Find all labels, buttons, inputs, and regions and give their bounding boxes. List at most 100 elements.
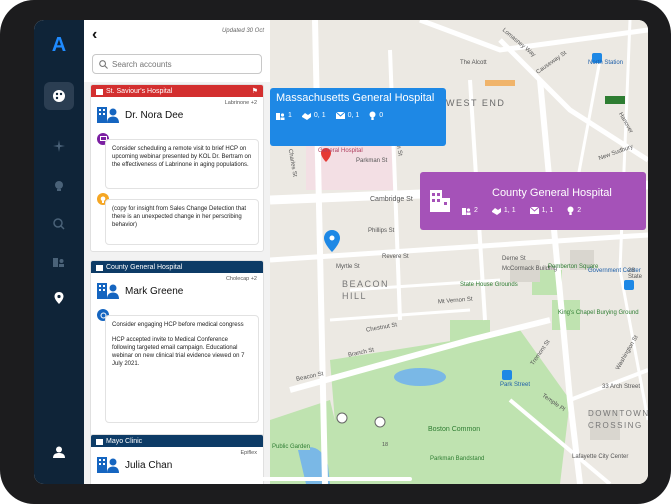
contacts-icon — [53, 258, 64, 267]
hcp-icon — [97, 457, 119, 473]
hospital-name: County General Hospital — [106, 263, 183, 271]
map-label-public-garden: Public Garden — [272, 444, 311, 450]
flag-icon[interactable]: ⚑ — [252, 87, 258, 95]
account-card[interactable]: County General Hospital Cholecap +2 Mark… — [90, 260, 264, 438]
map-label-cambridge-st: Cambridge St — [370, 196, 413, 203]
ideas-nav-button[interactable] — [44, 172, 74, 200]
updated-label: Updated 30 Oct — [221, 28, 264, 34]
lightbulb-icon — [55, 181, 63, 191]
map-label-route-number: 18 — [382, 442, 389, 448]
map-label-kings-chapel: King's Chapel Burying Ground — [558, 310, 639, 316]
emails-stat: 1, 1 — [529, 207, 553, 214]
hcp-count-stat: 1 — [276, 112, 292, 120]
handshake-icon — [301, 112, 311, 120]
contacts-nav-button[interactable] — [44, 248, 74, 276]
card-header: Mayo Clinic — [91, 435, 263, 447]
contacts-icon — [276, 112, 285, 120]
card-header: County General Hospital — [91, 261, 263, 273]
bubble-title: Massachusetts General Hospital — [276, 92, 435, 104]
hospital-bubble[interactable]: Massachusetts General Hospital 1 0, 1 0,… — [270, 88, 446, 146]
accounts-panel: ‹ Updated 30 Oct St. Saviour's Hospital … — [84, 20, 270, 484]
hospital-icon — [96, 88, 103, 95]
insight-note[interactable]: (copy for insight from Sales Change Dete… — [105, 199, 259, 245]
doctor-name: Mark Greene — [125, 285, 184, 297]
search-input[interactable] — [112, 59, 252, 69]
mail-icon — [335, 112, 345, 119]
doctor-name: Dr. Nora Dee — [125, 109, 184, 121]
map-label-state-house: State House Grounds — [460, 282, 518, 288]
map-pin-icon — [54, 292, 64, 304]
map-label-north-station: North Station — [588, 60, 624, 66]
map-label-phillips-st: Phillips St — [368, 228, 395, 234]
product-tag: Epiflex — [240, 450, 257, 456]
map-label-parkman: Parkman Bandstand — [430, 456, 485, 462]
doctor-row: Julia Chan — [97, 457, 172, 473]
insight-title: Consider engaging HCP before medical con… — [112, 322, 244, 328]
profile-nav-button[interactable] — [44, 438, 74, 466]
hcp-icon — [97, 283, 119, 299]
account-card[interactable]: St. Saviour's Hospital ⚑ Labrinone +2 Dr… — [90, 84, 264, 252]
card-header: St. Saviour's Hospital ⚑ — [91, 85, 263, 97]
map-label-parkman-st: Parkman St — [356, 158, 388, 164]
hospital-icon — [96, 438, 103, 445]
emails-stat: 0, 1 — [335, 112, 359, 119]
map-label-lafayette: Lafayette City Center — [572, 454, 629, 460]
map-label-court-st: 28 State — [628, 268, 643, 280]
account-card[interactable]: Mayo Clinic Epiflex Julia Chan — [90, 434, 264, 484]
map-label-derne-st: Derne St — [502, 256, 526, 262]
map-nav-button[interactable] — [44, 284, 74, 312]
app-screen: A ‹ Updated 30 Oct Search accounts St. S… — [34, 20, 648, 484]
lightbulb-icon — [369, 111, 376, 120]
nav-rail: A — [34, 20, 84, 484]
mail-icon — [529, 207, 539, 214]
sparkle-icon — [53, 140, 65, 152]
accounts-list: St. Saviour's Hospital ⚑ Labrinone +2 Dr… — [84, 82, 270, 484]
map-label-alcott: The Alcott — [460, 60, 487, 66]
map-label-revere-st: Revere St — [382, 254, 409, 260]
map-label-downtown: DOWNTOWN CROSSING — [588, 409, 648, 430]
location-search-icon — [53, 218, 65, 230]
insight-detail: HCP accepted invite to Medical Conferenc… — [112, 337, 245, 367]
visits-stat: 1, 1 — [491, 207, 516, 215]
hospital-building-icon — [430, 190, 450, 212]
palette-icon — [53, 90, 65, 102]
search-box[interactable] — [92, 54, 262, 74]
map-label-west-end: WEST END — [446, 98, 506, 108]
insight-note[interactable]: Consider engaging HCP before medical con… — [105, 315, 259, 423]
insights-stat: 0 — [369, 111, 383, 120]
bubble-stats: 2 1, 1 1, 1 2 — [462, 206, 612, 215]
hospital-icon — [96, 264, 103, 271]
hcp-icon — [97, 107, 119, 123]
hospital-name: Mayo Clinic — [106, 437, 143, 445]
search-location-nav-button[interactable] — [44, 210, 74, 238]
tablet-frame: A ‹ Updated 30 Oct Search accounts St. S… — [0, 0, 671, 504]
panel-header: ‹ Updated 30 Oct — [84, 20, 270, 80]
home-indicator[interactable] — [260, 477, 412, 481]
product-tag: Cholecap +2 — [225, 276, 257, 282]
map-label-beacon-hill: BEACON HILL — [342, 279, 390, 301]
app-logo: A — [51, 34, 67, 56]
hospital-name: St. Saviour's Hospital — [106, 87, 173, 95]
bubble-title: County General Hospital — [492, 187, 612, 199]
palette-nav-button[interactable] — [44, 82, 74, 110]
map-label-myrtle-st: Myrtle St — [336, 264, 360, 270]
handshake-icon — [491, 207, 501, 215]
bubble-stats: 1 0, 1 0, 1 0 — [276, 111, 440, 120]
product-tag: Labrinone +2 — [224, 100, 257, 106]
back-button[interactable]: ‹ — [92, 26, 97, 44]
map-view[interactable]: WEST END BEACON HILL DOWNTOWN CROSSING B… — [270, 20, 648, 484]
lightbulb-icon — [567, 206, 574, 215]
doctor-name: Julia Chan — [125, 459, 173, 471]
insight-note[interactable]: Consider scheduling a remote visit to br… — [105, 139, 259, 189]
map-label-arch-st: 33 Arch Street — [602, 384, 641, 390]
contacts-icon — [462, 207, 471, 215]
visits-stat: 0, 1 — [301, 112, 326, 120]
doctor-row: Dr. Nora Dee — [97, 107, 183, 123]
insights-nav-button[interactable] — [44, 132, 74, 160]
map-label-boston-common: Boston Common — [428, 426, 481, 433]
hospital-bubble[interactable]: County General Hospital 2 1, 1 1, 1 2 — [420, 172, 646, 230]
user-icon — [53, 446, 65, 458]
map-label-park-street: Park Street — [500, 382, 531, 388]
map-label-mgh: General Hospital — [318, 148, 363, 154]
search-icon — [99, 59, 108, 69]
